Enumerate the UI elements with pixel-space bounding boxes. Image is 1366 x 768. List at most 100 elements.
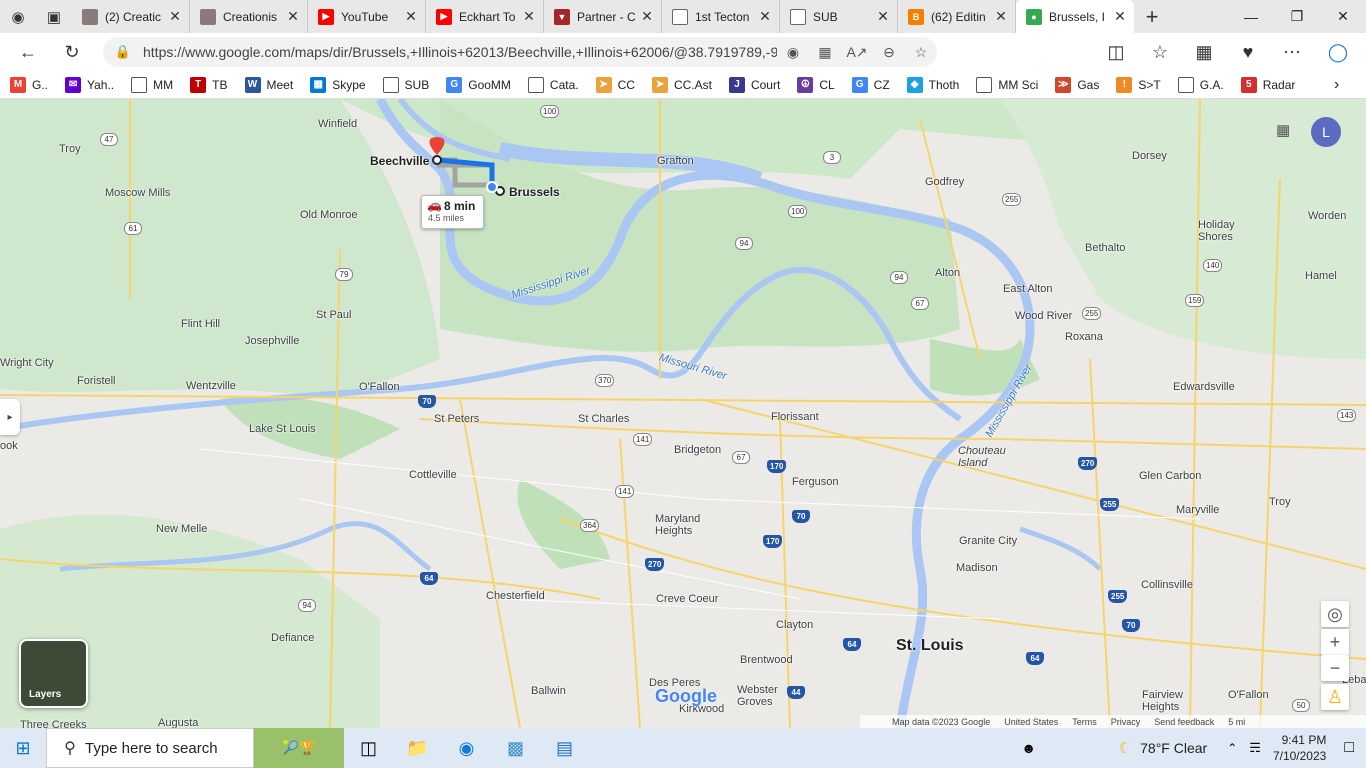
performance-icon[interactable]: ♥ xyxy=(1228,34,1268,70)
favorite-item[interactable]: ◆ Thoth xyxy=(906,76,959,93)
avatar[interactable]: L xyxy=(1311,117,1341,147)
favorite-item[interactable]: J Court xyxy=(728,76,780,93)
wifi-icon[interactable]: ☴ xyxy=(1249,740,1261,756)
moon-icon[interactable]: ☾ xyxy=(1119,739,1132,757)
map-label: Collinsville xyxy=(1141,579,1193,591)
search-highlight-icon[interactable]: 🎾🏆 xyxy=(254,728,344,768)
location-icon[interactable]: ◉ xyxy=(777,44,809,61)
document-icon xyxy=(672,8,688,25)
bing-icon[interactable]: ◯ xyxy=(1318,34,1358,70)
people-icon[interactable]: ☻ xyxy=(1009,740,1049,756)
tab-5[interactable]: 1st Tecton ✕ xyxy=(662,0,780,33)
favorite-star-icon[interactable]: ☆ xyxy=(905,44,937,61)
tab-3[interactable]: ▶ Eckhart To ✕ xyxy=(426,0,544,33)
zoom-out-button[interactable]: − xyxy=(1321,655,1349,681)
url-text[interactable]: https://www.google.com/maps/dir/Brussels… xyxy=(143,44,777,60)
highway-shield: 255 xyxy=(1082,307,1102,320)
windows-start-icon[interactable]: ⊞ xyxy=(0,728,46,768)
more-favorites-icon[interactable]: › xyxy=(1334,76,1339,94)
favorites-icon[interactable]: ☆ xyxy=(1140,34,1180,70)
tab-1[interactable]: Creationis ✕ xyxy=(190,0,308,33)
lock-icon[interactable]: 🔒 xyxy=(103,44,143,60)
close-icon[interactable]: ✕ xyxy=(993,8,1009,25)
taskbar-search[interactable]: ⚲ Type here to search xyxy=(46,728,254,768)
favorite-item[interactable]: SUB xyxy=(382,76,429,93)
favorite-item[interactable]: Cata. xyxy=(527,76,579,93)
minimize-icon[interactable]: — xyxy=(1228,0,1274,33)
favorite-item[interactable]: W Meet xyxy=(244,76,293,93)
tab-4[interactable]: ▼ Partner - C ✕ xyxy=(544,0,662,33)
origin-label[interactable]: Brussels xyxy=(509,185,560,199)
google-icon: G xyxy=(851,76,868,93)
close-window-icon[interactable]: ✕ xyxy=(1320,0,1366,33)
close-icon[interactable]: ✕ xyxy=(285,8,301,25)
terms-link[interactable]: Terms xyxy=(1072,717,1097,727)
highway-shield: 47 xyxy=(100,133,118,146)
favorite-item[interactable]: M G.. xyxy=(10,76,48,93)
route-info-box[interactable]: 🚗 8 min 4.5 miles xyxy=(421,195,484,229)
more-icon[interactable]: ⋯ xyxy=(1272,34,1312,70)
notifications-icon[interactable]: □ xyxy=(1344,739,1354,757)
photos-icon[interactable]: ▤ xyxy=(540,728,589,768)
favorite-item[interactable]: ☮ CL xyxy=(797,76,835,93)
google-apps-icon[interactable]: ▦ xyxy=(1276,121,1290,139)
tab-8[interactable]: ● Brussels, I ✕ xyxy=(1016,0,1134,33)
close-icon[interactable]: ✕ xyxy=(521,8,537,25)
my-location-icon[interactable]: ◎ xyxy=(1321,601,1349,627)
tab-2[interactable]: ▶ YouTube ✕ xyxy=(308,0,426,33)
close-icon[interactable]: ✕ xyxy=(1112,8,1128,25)
scale-bar[interactable]: 5 mi xyxy=(1228,717,1245,727)
map-label: Bethalto xyxy=(1085,242,1126,254)
refresh-icon[interactable]: ↻ xyxy=(52,34,92,70)
read-aloud-icon[interactable]: A↗ xyxy=(841,44,873,61)
edge-icon[interactable]: ◉ xyxy=(442,728,491,768)
map-canvas[interactable]: Winfield Troy Moscow Mills Old Monroe Fl… xyxy=(0,99,1366,728)
close-icon[interactable]: ✕ xyxy=(639,8,655,25)
favorite-item[interactable]: ≫ Gas xyxy=(1055,76,1099,93)
close-icon[interactable]: ✕ xyxy=(403,8,419,25)
apps-icon[interactable]: ▦ xyxy=(809,44,841,61)
clock[interactable]: 9:41 PM 7/10/2023 xyxy=(1273,732,1326,764)
restore-icon[interactable]: ❐ xyxy=(1274,0,1320,33)
close-icon[interactable]: ✕ xyxy=(757,8,773,25)
zoom-in-button[interactable]: + xyxy=(1321,629,1349,655)
tab-0[interactable]: (2) Creatic ✕ xyxy=(72,0,190,33)
country-link[interactable]: United States xyxy=(1004,717,1058,727)
favorite-item[interactable]: G CZ xyxy=(851,76,890,93)
favorite-item[interactable]: ! S>T xyxy=(1116,76,1161,93)
close-icon[interactable]: ✕ xyxy=(167,8,183,25)
expand-panel-button[interactable]: ▸ xyxy=(0,399,20,435)
layers-button[interactable]: Layers xyxy=(19,639,88,708)
chevron-up-icon[interactable]: ⌃ xyxy=(1227,741,1237,755)
favorite-item[interactable]: MM xyxy=(131,76,173,93)
new-tab-icon[interactable]: + xyxy=(1134,4,1170,30)
favorite-item[interactable]: MM Sci xyxy=(976,76,1038,93)
favorite-item[interactable]: G GooMM xyxy=(446,76,511,93)
close-icon[interactable]: ✕ xyxy=(875,8,891,25)
task-view-icon[interactable]: ◫ xyxy=(344,728,393,768)
favorite-item[interactable]: ➤ CC xyxy=(595,76,635,93)
tab-7[interactable]: B (62) Editin ✕ xyxy=(898,0,1016,33)
favorite-item[interactable]: ✉ Yah.. xyxy=(65,76,114,93)
file-explorer-icon[interactable]: 📁 xyxy=(393,728,442,768)
interstate-shield: 70 xyxy=(792,510,810,523)
collections-icon[interactable]: ▦ xyxy=(1184,34,1224,70)
back-icon[interactable]: ← xyxy=(8,34,48,70)
profile-icon[interactable]: ◉ xyxy=(0,0,36,33)
tab-actions-icon[interactable]: ▣ xyxy=(36,0,72,33)
street-view-pegman-icon[interactable]: ♙ xyxy=(1321,684,1349,710)
zoom-icon[interactable]: ⊖ xyxy=(873,44,905,61)
address-bar[interactable]: 🔒 https://www.google.com/maps/dir/Brusse… xyxy=(103,37,937,67)
app-icon[interactable]: ▩ xyxy=(491,728,540,768)
favorite-item[interactable]: G.A. xyxy=(1177,76,1224,93)
privacy-link[interactable]: Privacy xyxy=(1111,717,1141,727)
favorite-item[interactable]: ▦ Skype xyxy=(310,76,366,93)
favorite-item[interactable]: ➤ CC.Ast xyxy=(651,76,712,93)
split-screen-icon[interactable]: ◫ xyxy=(1096,34,1136,70)
destination-label[interactable]: Beechville xyxy=(370,154,429,168)
favorite-item[interactable]: 5 Radar xyxy=(1240,76,1295,93)
arrow-icon: ➤ xyxy=(651,76,668,93)
tab-6[interactable]: SUB ✕ xyxy=(780,0,898,33)
feedback-link[interactable]: Send feedback xyxy=(1154,717,1214,727)
favorite-item[interactable]: T TB xyxy=(190,76,228,93)
